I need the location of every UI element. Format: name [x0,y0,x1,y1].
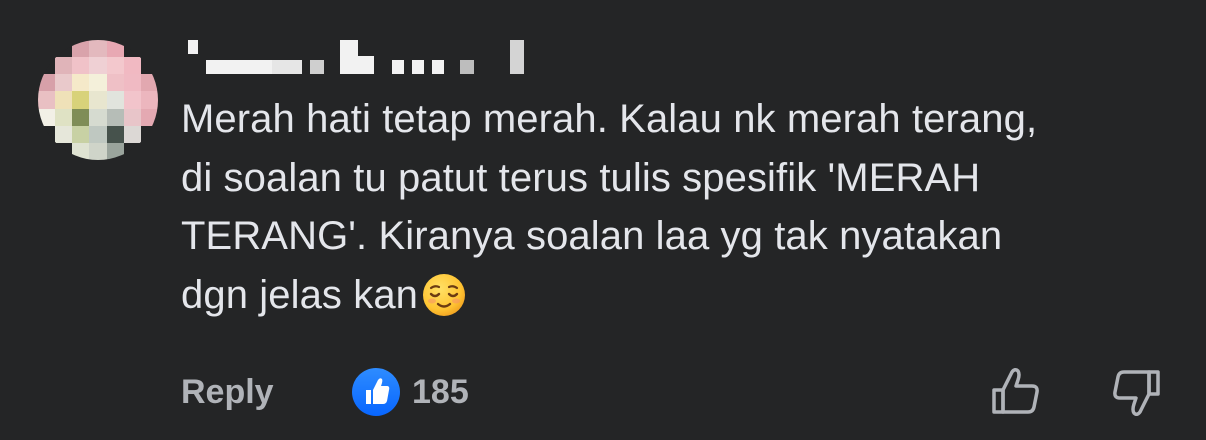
comment-line-text: dgn jelas kan [181,272,419,317]
comment-line: TERANG'. Kiranya soalan laa yg tak nyata… [181,214,1003,258]
thumbs-up-icon[interactable] [352,368,400,416]
relieved-face-emoji [423,273,466,316]
reaction-count[interactable]: 185 [412,373,469,412]
reply-button[interactable]: Reply [181,373,274,412]
avatar[interactable] [38,40,158,160]
author-name-redacted[interactable] [180,38,540,78]
thumbs-down-outline-icon[interactable] [1108,364,1164,420]
comment-line: dgn jelas kan [181,266,1171,325]
thumbs-up-outline-icon[interactable] [988,364,1044,420]
comment-line: Merah hati tetap merah. Kalau nk merah t… [181,97,1038,141]
comment-text: Merah hati tetap merah. Kalau nk merah t… [181,90,1171,324]
comment-line: di soalan tu patut terus tulis spesifik … [181,155,981,200]
comment-actions: Reply 185 [0,360,1206,430]
comment: Merah hati tetap merah. Kalau nk merah t… [0,0,1206,440]
